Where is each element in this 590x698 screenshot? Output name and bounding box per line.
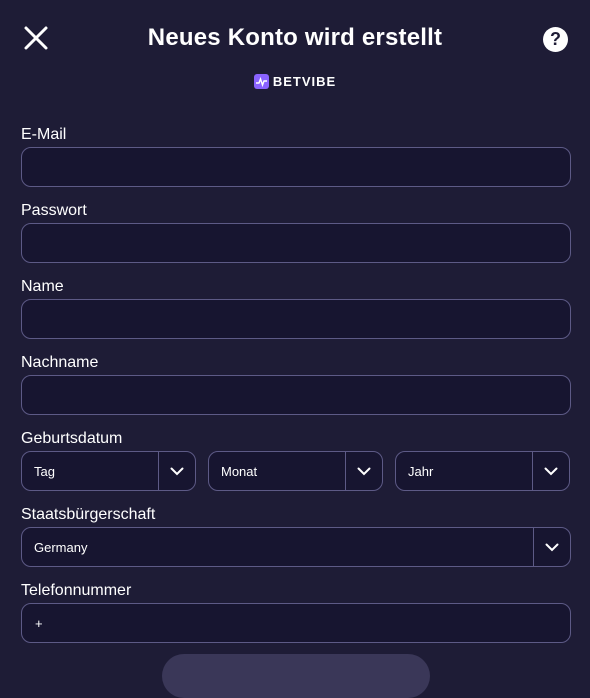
chevron-down-icon[interactable] bbox=[532, 452, 569, 490]
birthdate-group: Geburtsdatum Tag Monat Jahr bbox=[21, 428, 571, 504]
lastname-label: Nachname bbox=[21, 354, 99, 371]
brand-logo-text: BETVIBE bbox=[272, 74, 337, 89]
birth-year-select[interactable]: Jahr bbox=[395, 451, 570, 491]
phone-field[interactable] bbox=[21, 603, 571, 643]
password-label: Passwort bbox=[21, 202, 87, 219]
brand-logo: BETVIBE bbox=[0, 74, 590, 89]
email-field[interactable] bbox=[21, 147, 571, 187]
birth-day-value: Tag bbox=[34, 463, 55, 479]
chevron-down-icon[interactable] bbox=[533, 528, 570, 566]
citizenship-select[interactable]: Germany bbox=[21, 527, 571, 567]
help-icon: ? bbox=[550, 29, 561, 49]
password-group: Passwort bbox=[21, 200, 571, 276]
birth-day-select[interactable]: Tag bbox=[21, 451, 196, 491]
phone-label: Telefonnummer bbox=[21, 582, 132, 599]
page-title: Neues Konto wird erstellt bbox=[147, 24, 443, 51]
citizenship-group: Staatsbürgerschaft Germany bbox=[21, 504, 571, 580]
registration-form: E-Mail Passwort Name Nachname Geburtsdat… bbox=[21, 124, 571, 656]
name-label: Name bbox=[21, 278, 64, 295]
password-field[interactable] bbox=[21, 223, 571, 263]
lastname-group: Nachname bbox=[21, 352, 571, 428]
citizenship-label: Staatsbürgerschaft bbox=[21, 506, 156, 523]
email-group: E-Mail bbox=[21, 124, 571, 200]
birth-month-value: Monat bbox=[221, 463, 258, 479]
submit-button[interactable] bbox=[162, 654, 430, 698]
help-button[interactable]: ? bbox=[543, 27, 568, 52]
email-label: E-Mail bbox=[21, 126, 67, 143]
name-group: Name bbox=[21, 276, 571, 352]
chevron-down-icon[interactable] bbox=[345, 452, 382, 490]
lastname-field[interactable] bbox=[21, 375, 571, 415]
chevron-down-icon[interactable] bbox=[158, 452, 195, 490]
birth-year-value: Jahr bbox=[408, 463, 434, 479]
brand-mark-icon bbox=[253, 74, 269, 89]
birth-month-select[interactable]: Monat bbox=[208, 451, 383, 491]
citizenship-value: Germany bbox=[34, 539, 88, 555]
name-field[interactable] bbox=[21, 299, 571, 339]
phone-group: Telefonnummer bbox=[21, 580, 571, 656]
header: Neues Konto wird erstellt ? bbox=[0, 0, 590, 70]
birthdate-label: Geburtsdatum bbox=[21, 430, 123, 447]
